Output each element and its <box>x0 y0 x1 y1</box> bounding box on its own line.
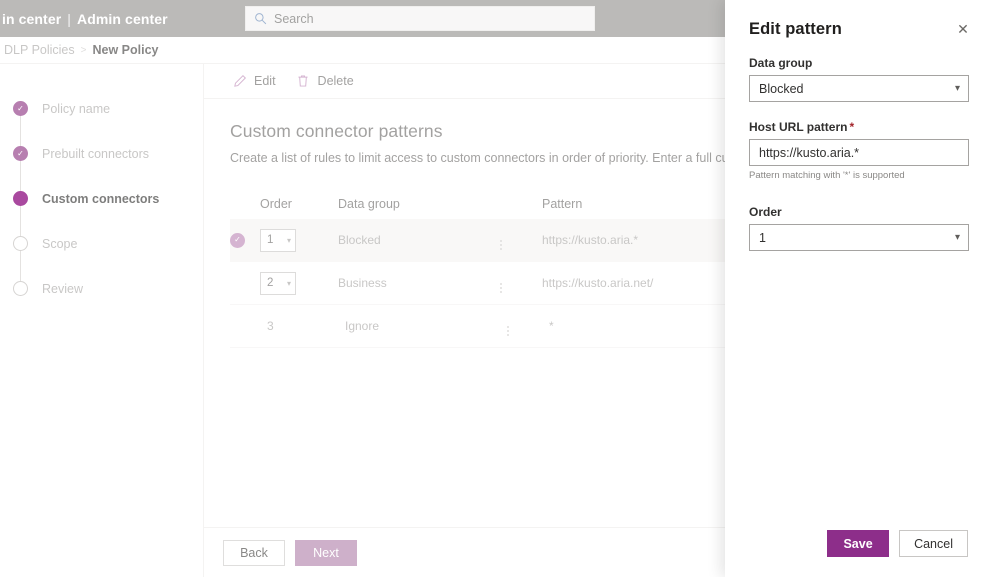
row-overflow-cell <box>500 274 542 293</box>
sidebar-item-custom-connectors[interactable]: Custom connectors <box>0 176 203 221</box>
row-data-group-cell: Ignore <box>345 319 380 333</box>
panel-order-dropdown-value: 1 <box>759 230 766 245</box>
host-url-field: Host URL pattern* Pattern matching with … <box>749 120 969 181</box>
row-order-cell: 3 <box>267 319 274 333</box>
edit-pattern-panel: Edit pattern ✕ Data group Blocked ▾ Host… <box>725 0 992 577</box>
sidebar-item-label: Scope <box>42 236 78 251</box>
row-select-cell: ✓ <box>230 232 260 248</box>
data-group-label: Data group <box>749 56 813 70</box>
row-order-cell: 1 ▾ <box>260 228 338 252</box>
data-group-dropdown-value: Blocked <box>759 81 804 96</box>
cancel-button[interactable]: Cancel <box>899 530 968 557</box>
close-icon[interactable]: ✕ <box>948 14 978 44</box>
delete-button-label: Delete <box>317 74 354 88</box>
host-url-input-wrap[interactable] <box>749 139 969 166</box>
save-button[interactable]: Save <box>827 530 890 557</box>
row-overflow-cell <box>500 231 542 250</box>
row-selected-check-icon[interactable]: ✓ <box>230 232 245 248</box>
panel-body: Data group Blocked ▾ Host URL pattern* P… <box>725 52 992 251</box>
column-header-data-group: Data group <box>338 197 400 211</box>
breadcrumb-item-dlp-policies[interactable]: DLP Policies <box>0 43 75 57</box>
breadcrumb-item-new-policy: New Policy <box>92 43 159 57</box>
step-complete-icon: ✓ <box>13 101 28 116</box>
host-url-label-text: Host URL pattern <box>749 120 848 134</box>
row-overflow-cell <box>507 317 549 336</box>
sidebar-item-review[interactable]: Review <box>0 266 203 311</box>
step-pending-icon <box>13 281 28 296</box>
sidebar-item-label: Custom connectors <box>42 191 160 206</box>
sidebar-item-label: Prebuilt connectors <box>42 146 150 161</box>
sidebar-item-label: Policy name <box>42 101 111 116</box>
order-dropdown[interactable]: 1 ▾ <box>260 228 296 252</box>
suite-brand-left: in center <box>2 10 62 27</box>
chevron-down-icon: ▾ <box>954 232 960 243</box>
back-button[interactable]: Back <box>223 539 285 566</box>
more-actions-icon[interactable] <box>507 325 509 336</box>
search-input[interactable] <box>274 11 574 26</box>
sidebar-item-prebuilt-connectors[interactable]: ✓ Prebuilt connectors <box>0 131 203 176</box>
delete-button[interactable]: Delete <box>294 64 364 98</box>
sidebar-item-policy-name[interactable]: ✓ Policy name <box>0 86 203 131</box>
suite-brand-right: Admin center <box>77 10 168 27</box>
more-actions-icon[interactable] <box>500 239 502 250</box>
panel-footer: Save Cancel <box>725 530 992 577</box>
sidebar-item-label: Review <box>42 281 83 296</box>
order-dropdown-value: 2 <box>267 277 274 289</box>
edit-button-label: Edit <box>254 74 276 88</box>
data-group-field: Data group Blocked ▾ <box>749 56 969 102</box>
step-pending-icon <box>13 236 28 251</box>
suite-brand-separator: | <box>67 10 72 27</box>
breadcrumb-separator-icon: > <box>80 44 87 56</box>
panel-order-dropdown[interactable]: 1 ▾ <box>749 224 969 251</box>
chevron-down-icon: ▾ <box>286 235 291 245</box>
column-header-order: Order <box>260 197 292 211</box>
order-dropdown-value: 1 <box>267 234 274 246</box>
next-button[interactable]: Next <box>295 539 357 566</box>
chevron-down-icon: ▾ <box>286 278 291 288</box>
required-marker: * <box>849 120 855 134</box>
global-search[interactable] <box>245 6 595 31</box>
pencil-icon <box>232 74 247 89</box>
host-url-hint: Pattern matching with '*' is supported <box>749 170 905 181</box>
host-url-label: Host URL pattern * <box>749 120 968 134</box>
row-data-group-cell: Blocked <box>338 233 381 247</box>
trash-icon <box>296 74 311 89</box>
suite-brand[interactable]: in center | Admin center <box>0 11 168 27</box>
host-url-input[interactable] <box>759 145 960 160</box>
panel-title: Edit pattern <box>749 19 842 38</box>
wizard-steps-nav: ✓ Policy name ✓ Prebuilt connectors Cust… <box>0 64 204 577</box>
search-icon <box>246 12 274 25</box>
panel-header: Edit pattern ✕ <box>725 0 992 52</box>
order-dropdown[interactable]: 2 ▾ <box>260 271 296 295</box>
more-actions-icon[interactable] <box>500 282 502 293</box>
chevron-down-icon: ▾ <box>954 83 960 94</box>
edit-button[interactable]: Edit <box>230 64 286 98</box>
row-data-group-cell: Business <box>338 276 387 290</box>
app-root: in center | Admin center DLP Policies > Ne… <box>0 0 992 577</box>
data-group-dropdown[interactable]: Blocked ▾ <box>749 75 969 102</box>
row-order-cell: 2 ▾ <box>260 271 338 295</box>
step-current-icon <box>13 191 28 206</box>
order-field: Order 1 ▾ <box>749 205 969 251</box>
sidebar-item-scope[interactable]: Scope <box>0 221 203 266</box>
order-label: Order <box>749 205 782 219</box>
step-complete-icon: ✓ <box>13 146 28 161</box>
